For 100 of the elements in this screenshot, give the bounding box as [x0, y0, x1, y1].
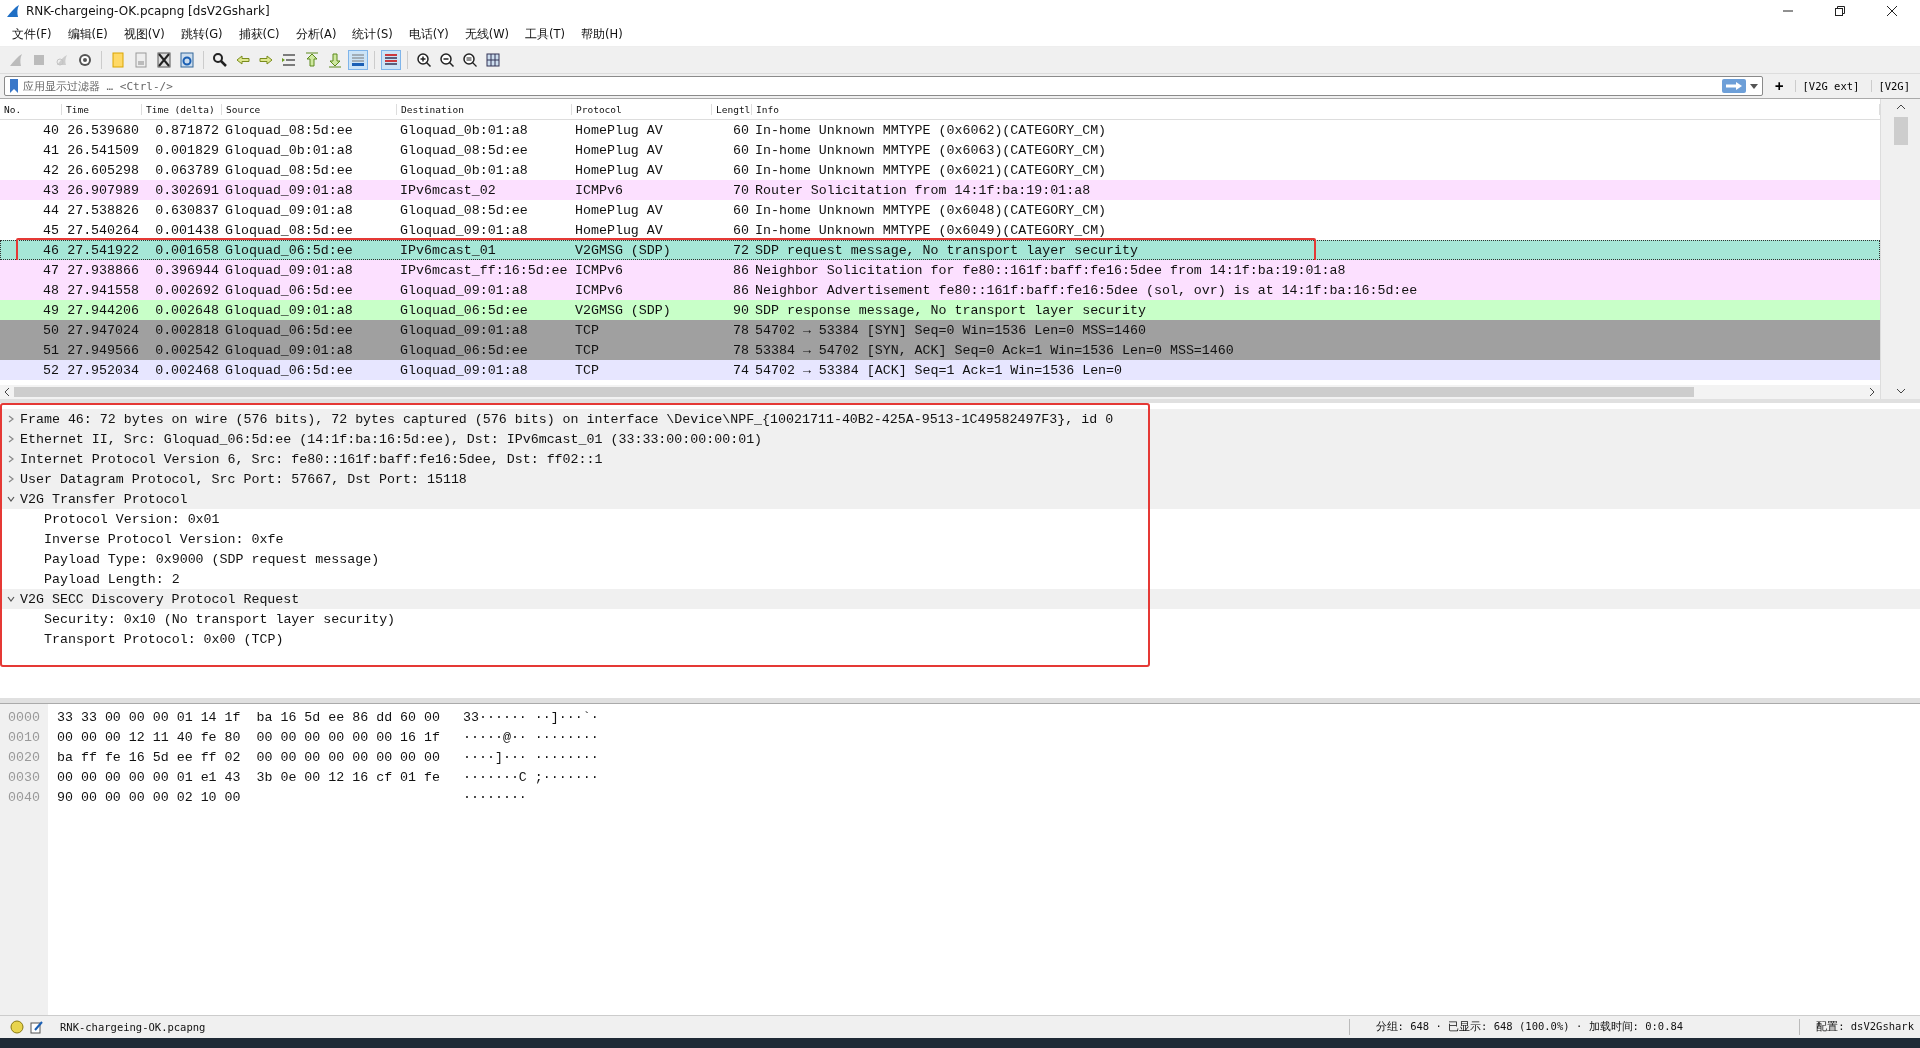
scroll-right-icon[interactable] — [1868, 387, 1876, 397]
table-cell-text: 0.001829 — [154, 142, 220, 158]
table-cell-text: 0.002542 — [154, 342, 220, 358]
tree-row[interactable]: User Datagram Protocol, Src Port: 57667, Dst Port: 15118 — [0, 469, 1920, 489]
column-header[interactable]: Source — [222, 103, 397, 115]
menu-item[interactable]: 视图(V) — [115, 26, 173, 42]
table-cell-text: Gloquad_06:5d:ee — [399, 302, 529, 318]
table-cell-text: 44 — [42, 202, 60, 218]
table-cell-text: 26.539680 — [66, 122, 140, 138]
table-cell-text: 60 — [732, 162, 750, 178]
menu-item[interactable]: 跳转(G) — [172, 26, 231, 42]
dropdown-caret-icon[interactable] — [1750, 83, 1759, 89]
edit-comment-icon[interactable] — [30, 1020, 44, 1034]
table-cell-text: 0.871872 — [154, 122, 220, 138]
vertical-scrollbar[interactable] — [1880, 99, 1920, 399]
packet-row[interactable]: 43 26.907989 0.302691 Gloquad_09:01:a8 IPv6mcast_02 ICMPv6 70 Router Solicitation from 14:1f:ba:19:01:a8 — [0, 180, 1880, 200]
tree-row[interactable]: Payload Type: 0x9000 (SDP request message) — [0, 549, 1920, 569]
add-filter-button[interactable]: + — [1769, 78, 1790, 94]
table-cell-text: TCP — [574, 322, 600, 338]
menu-item[interactable]: 编辑(E) — [59, 26, 116, 42]
autoscroll-icon[interactable] — [348, 50, 368, 70]
table-cell-text: HomePlug AV — [574, 162, 664, 178]
scroll-up-icon[interactable] — [1895, 103, 1906, 111]
filter-button[interactable]: [V2G ext] — [1795, 80, 1866, 92]
packet-row[interactable]: 48 27.941558 0.002692 Gloquad_06:5d:ee Gloquad_09:01:a8 ICMPv6 86 Neighbor Advertisement fe80::161f:baff:fe16:5dee (sol, ovr) is at 14:1f:ba:16:5d:ee — [0, 280, 1880, 300]
table-cell-text: 26.541509 — [66, 142, 140, 158]
column-header[interactable]: Destination — [397, 103, 572, 115]
closefile-icon[interactable] — [154, 50, 174, 70]
table-cell-text: 72 — [732, 242, 750, 258]
menu-item[interactable]: 无线(W) — [456, 26, 518, 42]
table-cell-text: In-home Unknown MMTYPE (0x6048)(CATEGORY_CM) — [754, 202, 1108, 218]
table-cell-text: 0.630837 — [154, 202, 220, 218]
scroll-down-icon[interactable] — [1895, 387, 1906, 395]
menu-item[interactable]: 统计(S) — [344, 26, 401, 42]
horizontal-scrollbar[interactable] — [0, 385, 1880, 399]
scroll-left-icon[interactable] — [3, 387, 11, 397]
column-header[interactable]: Protocol — [572, 103, 712, 115]
tree-row[interactable]: Inverse Protocol Version: 0xfe — [0, 529, 1920, 549]
status-dot-icon[interactable] — [10, 1020, 24, 1034]
menu-item[interactable]: 分析(A) — [287, 26, 345, 42]
tree-row[interactable]: V2G SECC Discovery Protocol Request — [0, 589, 1920, 609]
column-header[interactable]: Lengtl — [712, 103, 752, 115]
collapse-chevron-icon[interactable] — [6, 594, 16, 604]
table-cell-text: 86 — [732, 282, 750, 298]
menu-item[interactable]: 捕获(C) — [230, 26, 288, 42]
close-icon[interactable] — [1886, 5, 1898, 17]
menu-item[interactable]: 电话(Y) — [400, 26, 457, 42]
table-cell-text: In-home Unknown MMTYPE (0x6021)(CATEGORY_CM) — [754, 162, 1108, 178]
tree-row[interactable]: Payload Length: 2 — [0, 569, 1920, 589]
hex-bytes: 00 00 00 12 11 40 fe 80 00 00 00 00 00 00 16 1f — [57, 729, 441, 747]
zoomout-icon[interactable] — [437, 50, 457, 70]
table-cell-text: 42 — [42, 162, 60, 178]
packet-row[interactable]: 51 27.949566 0.002542 Gloquad_09:01:a8 Gloquad_06:5d:ee TCP 78 53384 → 54702 [SYN, ACK] Seq=0 Ack=1 Win=1536 Len=0 MSS=1460 — [0, 340, 1880, 360]
table-cell-text: 52 — [42, 362, 60, 378]
filter-button[interactable]: [V2G] — [1871, 80, 1916, 92]
resize-icon[interactable] — [483, 50, 503, 70]
tree-row[interactable]: V2G Transfer Protocol — [0, 489, 1920, 509]
packet-row[interactable]: 50 27.947024 0.002818 Gloquad_06:5d:ee Gloquad_09:01:a8 TCP 78 54702 → 53384 [SYN] Seq=0 Win=1536 Len=0 MSS=1460 — [0, 320, 1880, 340]
table-cell-text: 41 — [42, 142, 60, 158]
column-header[interactable]: No. — [0, 103, 62, 115]
table-cell-text: 0.302691 — [154, 182, 220, 198]
profile-label[interactable]: 配置: dsV2Gshark — [1806, 1020, 1920, 1034]
restore-icon[interactable] — [1834, 5, 1846, 17]
table-cell-text: 54702 → 53384 [SYN] Seq=0 Win=1536 Len=0 MSS=1460 — [754, 322, 1147, 338]
table-cell-text: IPv6mcast_02 — [399, 182, 497, 198]
packet-row[interactable]: 46 27.541922 0.001658 Gloquad_06:5d:ee IPv6mcast_01 V2GMSG (SDP) 72 SDP request message, No transport layer security — [0, 240, 1880, 260]
display-filter-field[interactable]: 应用显示过滤器 … <Ctrl-/> — [23, 79, 1719, 93]
tree-row[interactable]: Security: 0x10 (No transport layer security) — [0, 609, 1920, 629]
table-cell-text: 27.541922 — [66, 242, 140, 258]
packet-row[interactable]: 49 27.944206 0.002648 Gloquad_09:01:a8 Gloquad_06:5d:ee V2GMSG (SDP) 90 SDP response message, No transport layer security — [0, 300, 1880, 320]
display-filter-box[interactable]: 应用显示过滤器 … <Ctrl-/> — [4, 76, 1764, 96]
table-cell-text: 60 — [732, 202, 750, 218]
collapse-chevron-icon[interactable] — [6, 494, 16, 504]
table-cell-text: Neighbor Advertisement fe80::161f:baff:fe16:5dee (sol, ovr) is at 14:1f:ba:16:5d:ee — [754, 282, 1419, 298]
scrollbar-thumb[interactable] — [1893, 117, 1908, 145]
tree-row[interactable]: Frame 46: 72 bytes on wire (576 bits), 72 bytes captured (576 bits) on interface \Device\NPF_{10021711-40B2-425A-9513-1C49582497F3}, id 0 — [0, 409, 1920, 429]
table-cell-text: Gloquad_06:5d:ee — [224, 322, 354, 338]
bookmark-icon[interactable] — [9, 79, 19, 93]
column-header[interactable]: Time — [62, 103, 142, 115]
tree-row[interactable]: Transport Protocol: 0x00 (TCP) — [0, 629, 1920, 649]
menu-item[interactable]: 工具(T) — [517, 26, 574, 42]
table-cell-text: Gloquad_09:01:a8 — [224, 342, 354, 358]
tree-row[interactable]: Ethernet II, Src: Gloquad_06:5d:ee (14:1f:ba:16:5d:ee), Dst: IPv6mcast_01 (33:33:00:00:00:01) — [0, 429, 1920, 449]
table-cell-text: 49 — [42, 302, 60, 318]
reload-icon[interactable] — [177, 50, 197, 70]
table-cell-text: 27.952034 — [66, 362, 140, 378]
tree-row[interactable]: Internet Protocol Version 6, Src: fe80::161f:baff:fe16:5dee, Dst: ff02::1 — [0, 449, 1920, 469]
zoomin-icon[interactable] — [414, 50, 434, 70]
table-cell-text: 60 — [732, 222, 750, 238]
table-cell-text: 0.001658 — [154, 242, 220, 258]
column-header[interactable]: Time (delta) — [142, 103, 222, 115]
colorize-icon[interactable] — [381, 50, 401, 70]
menu-item[interactable]: 帮助(H) — [573, 26, 631, 42]
packet-row[interactable]: 47 27.938866 0.396944 Gloquad_09:01:a8 IPv6mcast_ff:16:5d:ee ICMPv6 86 Neighbor Solicitation for fe80::161f:baff:fe16:5dee from 14:1f:ba:19:01:a8 — [0, 260, 1880, 280]
tree-row[interactable]: Protocol Version: 0x01 — [0, 509, 1920, 529]
menu-item[interactable]: 文件(F) — [4, 26, 60, 42]
table-cell-text: 27.947024 — [66, 322, 140, 338]
table-cell-text: V2GMSG (SDP) — [574, 242, 672, 258]
packet-row[interactable]: 52 27.952034 0.002468 Gloquad_06:5d:ee Gloquad_09:01:a8 TCP 74 54702 → 53384 [ACK] Seq=1 Ack=1 Win=1536 Len=0 — [0, 360, 1880, 380]
table-cell-text: 70 — [732, 182, 750, 198]
